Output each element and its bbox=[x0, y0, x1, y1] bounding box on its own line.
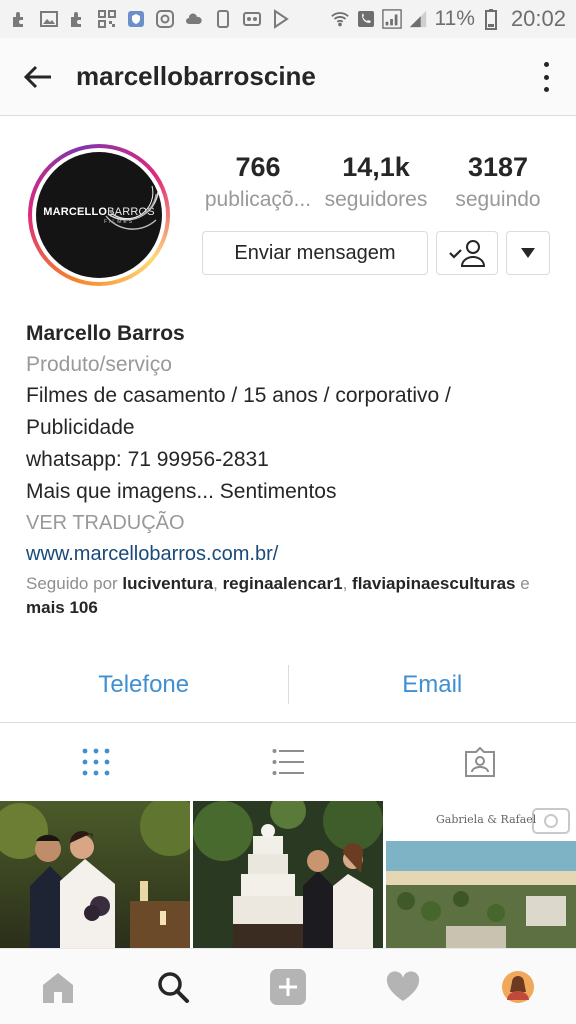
phone-icon bbox=[213, 9, 233, 29]
signal-icon bbox=[382, 9, 403, 29]
call-icon bbox=[356, 9, 376, 29]
email-button[interactable]: Email bbox=[289, 647, 576, 722]
profile-tabs bbox=[0, 723, 576, 801]
wifi-icon bbox=[330, 9, 350, 29]
heart-icon bbox=[387, 970, 420, 1001]
following-button[interactable] bbox=[436, 231, 498, 275]
post-caption: Gabriela & Rafael bbox=[436, 813, 537, 826]
nav-add[interactable] bbox=[230, 949, 345, 1024]
tab-list[interactable] bbox=[192, 723, 384, 801]
see-translation-link[interactable]: VER TRADUÇÃO bbox=[26, 508, 556, 538]
bottom-navigation bbox=[0, 948, 576, 1024]
logo-swirl-icon bbox=[105, 185, 159, 230]
wedding-couple-photo bbox=[0, 801, 190, 948]
bio-phone: whatsapp: 71 99956-2831 bbox=[26, 448, 269, 471]
profile-name: Marcello Barros bbox=[26, 322, 185, 345]
dot-icon bbox=[543, 74, 549, 80]
post-thumbnail[interactable] bbox=[0, 801, 190, 948]
tab-tagged[interactable] bbox=[384, 723, 576, 801]
nav-profile[interactable] bbox=[461, 949, 576, 1024]
instagram-icon bbox=[155, 9, 175, 29]
grid-icon bbox=[82, 748, 110, 776]
list-icon bbox=[272, 749, 304, 775]
stat-following[interactable]: 3187 seguindo bbox=[440, 150, 556, 216]
nav-activity[interactable] bbox=[346, 949, 461, 1024]
battery-icon bbox=[481, 9, 501, 30]
system-status: 11% 20:02 bbox=[330, 6, 566, 32]
send-message-button[interactable]: Enviar mensagem bbox=[202, 231, 428, 275]
bio-line: Filmes de casamento / 15 anos / corporat… bbox=[26, 384, 451, 407]
triangle-down-icon bbox=[521, 248, 535, 258]
puzzle-icon bbox=[68, 9, 88, 29]
profile-stats: 766 publicaçõ... 14,1k seguidores 3187 s… bbox=[200, 150, 550, 220]
follower-username[interactable]: luciventura bbox=[122, 574, 213, 593]
tab-grid[interactable] bbox=[0, 723, 192, 801]
bio-line: Publicidade bbox=[26, 416, 135, 439]
clock: 20:02 bbox=[510, 6, 566, 31]
tagged-icon bbox=[465, 746, 495, 777]
dot-icon bbox=[543, 62, 549, 67]
wedding-cake-photo bbox=[193, 801, 383, 948]
signal-icon bbox=[408, 9, 428, 29]
home-icon bbox=[42, 972, 73, 1003]
nav-home[interactable] bbox=[0, 949, 115, 1024]
follower-username[interactable]: flaviapinaesculturas bbox=[352, 574, 515, 593]
profile-category: Produto/serviço bbox=[26, 353, 172, 376]
play-store-icon bbox=[271, 9, 291, 29]
profile-picture: MARCELLOBARROS FILMES bbox=[36, 152, 162, 278]
cloud-icon bbox=[184, 9, 204, 29]
contact-bar: Telefone Email bbox=[0, 647, 576, 723]
nav-search[interactable] bbox=[115, 949, 230, 1024]
app-header: marcellobarroscine bbox=[0, 38, 576, 116]
puzzle-icon bbox=[10, 9, 30, 29]
voicemail-icon bbox=[242, 9, 262, 29]
post-thumbnail[interactable] bbox=[193, 801, 383, 948]
shield-app-icon bbox=[126, 9, 146, 29]
battery-percent: 11% bbox=[434, 7, 475, 30]
stat-followers[interactable]: 14,1k seguidores bbox=[318, 150, 434, 216]
bio-line: Mais que imagens... Sentimentos bbox=[26, 480, 337, 503]
phone-button[interactable]: Telefone bbox=[0, 647, 288, 722]
post-thumbnail[interactable]: Gabriela & Rafael bbox=[386, 801, 576, 948]
arrow-left-icon bbox=[23, 65, 51, 88]
page-title: marcellobarroscine bbox=[76, 61, 316, 91]
stat-posts[interactable]: 766 publicaçõ... bbox=[200, 150, 316, 216]
back-button[interactable] bbox=[0, 38, 76, 116]
profile-avatar[interactable]: MARCELLOBARROS FILMES bbox=[28, 144, 170, 286]
qr-icon bbox=[97, 9, 117, 29]
profile-bio: Marcello Barros Produto/serviço Filmes d… bbox=[26, 318, 556, 570]
notification-icons bbox=[10, 9, 291, 29]
more-options-button[interactable] bbox=[532, 62, 560, 92]
posts-grid: Gabriela & Rafael bbox=[0, 801, 576, 948]
profile-avatar bbox=[502, 970, 535, 1003]
more-followers-link[interactable]: mais 106 bbox=[26, 598, 98, 617]
followed-by[interactable]: Seguido por luciventura, reginaalencar1,… bbox=[26, 572, 556, 620]
status-bar: 11% 20:02 bbox=[0, 0, 576, 38]
search-icon bbox=[158, 971, 189, 1003]
website-link[interactable]: www.marcellobarros.com.br/ bbox=[26, 538, 556, 570]
dot-icon bbox=[543, 87, 549, 92]
follower-username[interactable]: reginaalencar1 bbox=[223, 574, 343, 593]
suggestions-dropdown-button[interactable] bbox=[506, 231, 550, 275]
image-icon bbox=[39, 9, 59, 29]
add-icon bbox=[270, 968, 306, 1005]
user-check-icon bbox=[449, 240, 486, 267]
